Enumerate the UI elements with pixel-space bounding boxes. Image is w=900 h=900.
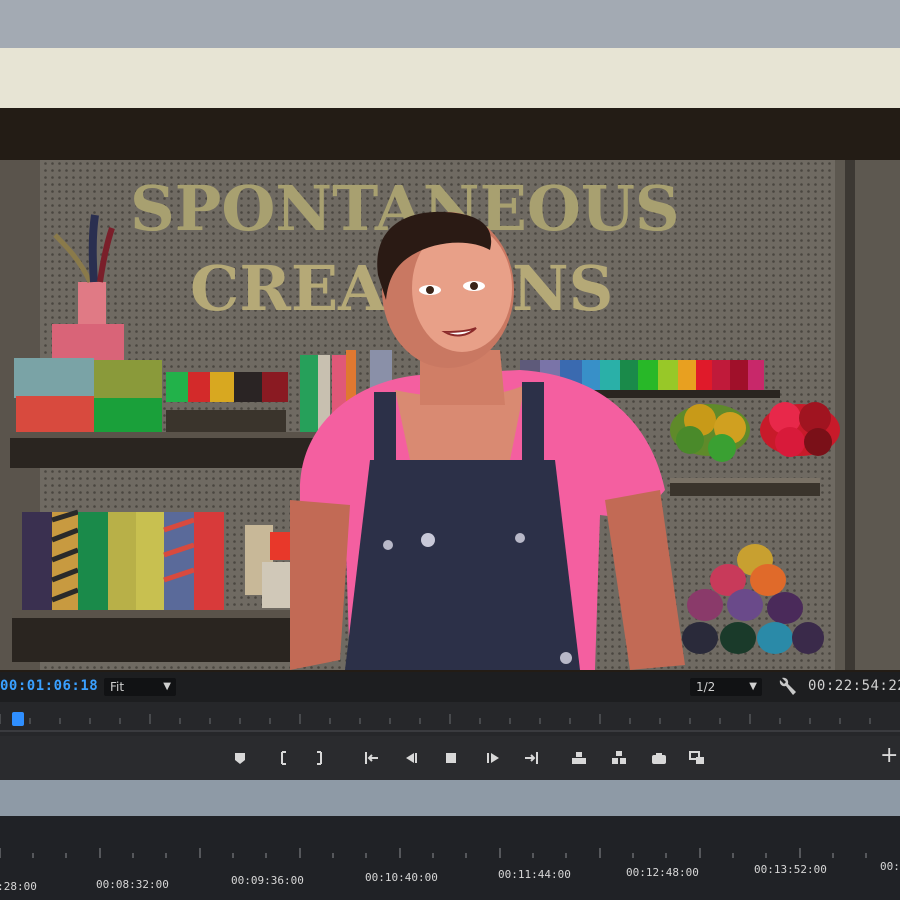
program-monitor-controls: 00:01:06:18 Fit ▼ 1/2 ▼ 00:22:54:22: [0, 672, 900, 702]
go-to-in-icon: [365, 752, 378, 764]
comparison-view-button[interactable]: [684, 746, 710, 770]
mini-timeline-scrubber[interactable]: [0, 702, 900, 736]
mark-out-button[interactable]: [307, 746, 333, 770]
stop-button[interactable]: [438, 746, 464, 770]
extract-icon: [612, 751, 626, 764]
chevron-down-icon: ▼: [163, 681, 171, 692]
mark-out-icon: [317, 751, 322, 765]
scrubber-track: [0, 730, 900, 732]
zoom-level-dropdown[interactable]: Fit ▼: [104, 678, 176, 696]
settings-wrench-icon[interactable]: [778, 676, 798, 698]
play-icon: [487, 753, 499, 763]
go-to-out-icon: [525, 752, 538, 764]
go-to-out-button[interactable]: [518, 746, 544, 770]
monitor-bezel: [0, 48, 900, 108]
button-editor-button[interactable]: +: [880, 744, 898, 768]
plus-icon: +: [880, 743, 899, 768]
mark-in-button[interactable]: [270, 746, 296, 770]
ruler-label: 00:09:36:00: [231, 874, 304, 887]
step-back-icon: [406, 753, 417, 763]
lift-icon: [572, 752, 586, 764]
marker-icon: [235, 753, 245, 764]
export-frame-button[interactable]: [646, 746, 672, 770]
mark-in-icon: [281, 751, 286, 765]
ruler-label: 00:07:28:00: [0, 880, 37, 893]
extract-button[interactable]: [606, 746, 632, 770]
zoom-level-value: Fit: [110, 680, 125, 694]
duration-timecode: 00:22:54:22: [808, 678, 900, 694]
step-back-button[interactable]: [398, 746, 424, 770]
transport-controls: +: [0, 736, 900, 780]
panel-divider: [0, 780, 900, 816]
lift-button[interactable]: [566, 746, 592, 770]
scrubber-ruler: [0, 714, 871, 724]
ruler-label: 00:08:32:00: [96, 878, 169, 891]
add-marker-button[interactable]: [227, 746, 253, 770]
ruler-label: 00:12:48:00: [626, 866, 699, 879]
chevron-down-icon: ▼: [749, 681, 757, 692]
resolution-value: 1/2: [696, 680, 716, 694]
timeline-ruler: [0, 848, 867, 858]
video-frame: SPONTANEOUS CREATIONS: [0, 160, 900, 670]
camera-icon: [652, 753, 666, 764]
ruler-label: 00:13:52:00: [754, 863, 827, 876]
comparison-icon: [689, 751, 704, 764]
go-to-in-button[interactable]: [359, 746, 385, 770]
background-wall: [0, 0, 900, 48]
stop-icon: [446, 753, 456, 763]
ruler-label: 00:14:56:00: [880, 860, 900, 873]
playback-resolution-dropdown[interactable]: 1/2 ▼: [690, 678, 762, 696]
current-timecode[interactable]: 00:01:06:18: [0, 678, 98, 694]
playhead-handle[interactable]: [12, 712, 24, 726]
ruler-label: 00:11:44:00: [498, 868, 571, 881]
program-monitor-viewer[interactable]: SPONTANEOUS CREATIONS: [0, 160, 900, 670]
ruler-label: 00:10:40:00: [365, 871, 438, 884]
play-button[interactable]: [480, 746, 506, 770]
